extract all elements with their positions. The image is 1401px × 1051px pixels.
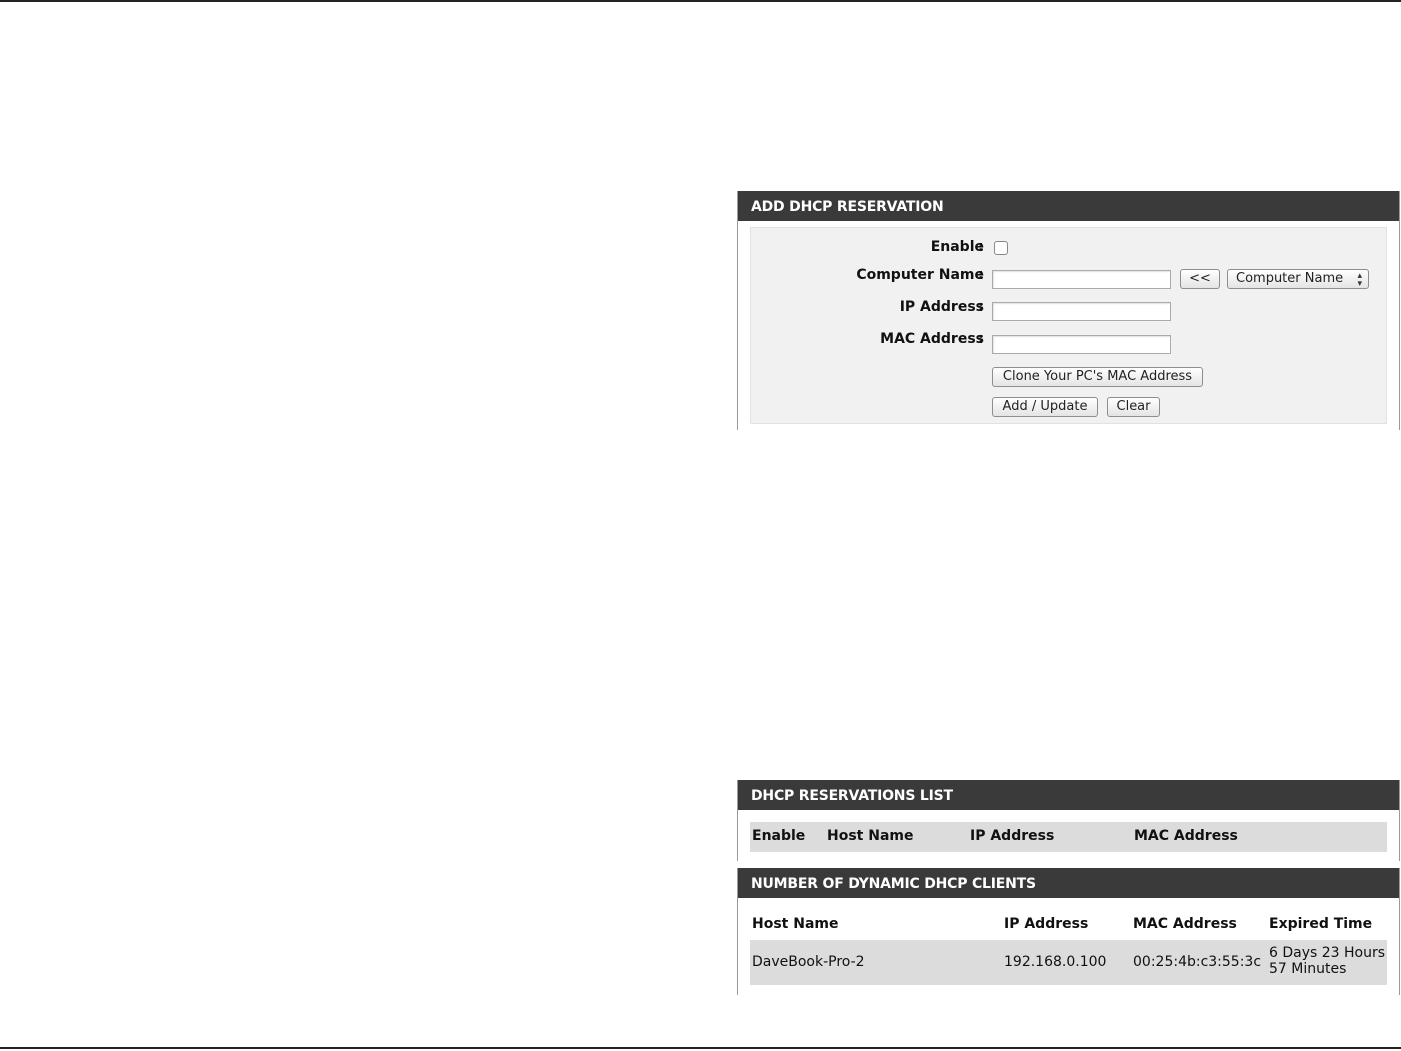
enable-checkbox[interactable] [994, 241, 1008, 255]
select-updown-icon: ▴ ▾ [1357, 271, 1362, 289]
client-host-name: DaveBook-Pro-2 [752, 954, 865, 970]
dhcp-reservations-list-panel: DHCP RESERVATIONS LIST Enable Host Name … [737, 780, 1400, 861]
column-ip-address: IP Address [970, 828, 1055, 844]
client-expired-time-line1: 6 Days 23 Hours [1269, 945, 1386, 961]
column-expired-time: Expired Time [1269, 916, 1373, 932]
column-mac-address: MAC Address [1133, 916, 1237, 932]
enable-colon: : [978, 239, 984, 255]
column-host-name: Host Name [827, 828, 914, 844]
mac-address-label: MAC Address [880, 331, 984, 347]
copy-computer-name-button[interactable]: << [1180, 269, 1220, 289]
computer-name-input[interactable] [992, 270, 1171, 289]
computer-name-select[interactable]: Computer Name ▴ ▾ [1227, 269, 1369, 289]
column-enable: Enable [752, 828, 806, 844]
mac-address-colon: : [978, 331, 984, 347]
computer-name-colon: : [978, 267, 984, 283]
top-rule [0, 0, 1401, 2]
reservations-table-header: Enable Host Name IP Address MAC Address [750, 822, 1387, 852]
dynamic-dhcp-clients-title: NUMBER OF DYNAMIC DHCP CLIENTS [738, 868, 1399, 898]
mac-address-input[interactable] [992, 335, 1171, 354]
ip-address-input[interactable] [992, 302, 1171, 321]
enable-label: Enable [930, 239, 984, 255]
computer-name-label: Computer Name [856, 267, 984, 283]
table-row: DaveBook-Pro-2 192.168.0.100 00:25:4b:c3… [750, 940, 1387, 985]
clients-table-header: Host Name IP Address MAC Address Expired… [750, 908, 1387, 940]
ip-address-label: IP Address [899, 299, 984, 315]
column-host-name: Host Name [752, 916, 839, 932]
add-reservation-form: Enable : Computer Name : << Computer Nam… [738, 221, 1399, 430]
add-dhcp-reservation-panel: ADD DHCP RESERVATION Enable : Computer N… [737, 191, 1400, 430]
clients-table: Host Name IP Address MAC Address Expired… [738, 898, 1399, 995]
dhcp-reservations-list-title: DHCP RESERVATIONS LIST [738, 780, 1399, 810]
add-dhcp-reservation-title: ADD DHCP RESERVATION [738, 191, 1399, 221]
bottom-rule [0, 1047, 1401, 1049]
clone-mac-address-button[interactable]: Clone Your PC's MAC Address [992, 367, 1203, 387]
client-expired-time-line2: 57 Minutes [1269, 961, 1347, 977]
column-mac-address: MAC Address [1134, 828, 1238, 844]
dynamic-dhcp-clients-panel: NUMBER OF DYNAMIC DHCP CLIENTS Host Name… [737, 868, 1400, 995]
add-update-button[interactable]: Add / Update [992, 397, 1098, 417]
clear-button[interactable]: Clear [1107, 397, 1160, 417]
reservations-table: Enable Host Name IP Address MAC Address [738, 810, 1399, 861]
column-ip-address: IP Address [1004, 916, 1089, 932]
ip-address-colon: : [978, 299, 984, 315]
client-mac-address: 00:25:4b:c3:55:3c [1133, 954, 1262, 970]
client-ip-address: 192.168.0.100 [1004, 954, 1107, 970]
computer-name-select-value: Computer Name [1236, 271, 1344, 286]
form-inner-box [750, 227, 1387, 424]
